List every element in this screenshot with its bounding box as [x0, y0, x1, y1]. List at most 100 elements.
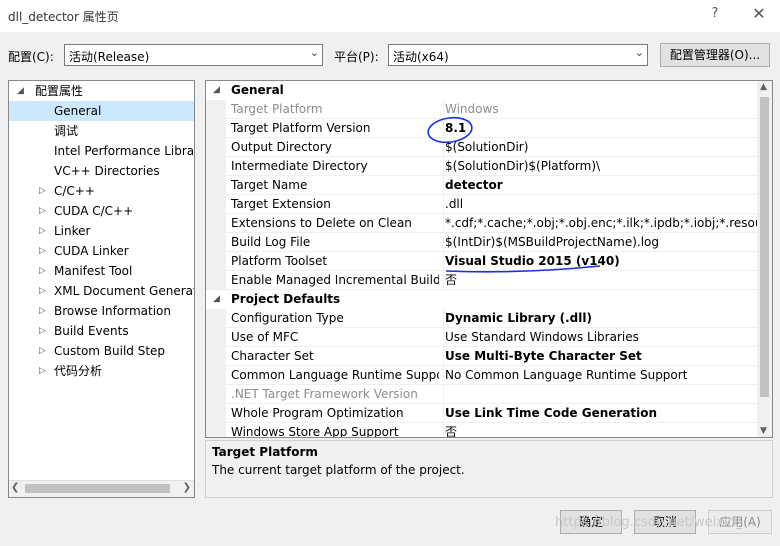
close-icon[interactable]: ✕	[750, 4, 768, 23]
scroll-right-icon[interactable]: ❯	[183, 482, 191, 493]
tree-horizontal-scrollbar[interactable]: ❮ ❯	[9, 480, 194, 497]
tree-item-label: Custom Build Step	[54, 344, 166, 358]
column-divider[interactable]	[443, 233, 444, 252]
column-divider[interactable]	[443, 404, 444, 423]
property-row[interactable]: Enable Managed Incremental Build 否	[206, 271, 759, 290]
expand-arrow-icon[interactable]: ▷	[39, 181, 46, 201]
property-value[interactable]: Use Link Time Code Generation	[445, 404, 657, 423]
grid-category[interactable]: ◢ General	[206, 81, 759, 100]
column-divider[interactable]	[443, 195, 444, 214]
column-divider[interactable]	[443, 328, 444, 347]
row-gutter	[206, 214, 226, 233]
column-divider[interactable]	[443, 309, 444, 328]
column-divider[interactable]	[443, 157, 444, 176]
property-value[interactable]: 8.1	[445, 119, 466, 138]
scrollbar-thumb[interactable]	[25, 484, 170, 493]
column-divider[interactable]	[443, 366, 444, 385]
property-value[interactable]: 否	[445, 423, 457, 437]
property-row[interactable]: Use of MFC Use Standard Windows Libraries	[206, 328, 759, 347]
property-row[interactable]: Whole Program Optimization Use Link Time …	[206, 404, 759, 423]
tree-item[interactable]: ▷ CUDA Linker	[9, 241, 194, 261]
expand-arrow-icon[interactable]: ▷	[39, 361, 46, 381]
tree-item[interactable]: General	[9, 101, 194, 121]
property-row[interactable]: Platform Toolset Visual Studio 2015 (v140…	[206, 252, 759, 271]
expand-arrow-icon[interactable]: ▷	[39, 201, 46, 221]
tree-item[interactable]: ▷ CUDA C/C++	[9, 201, 194, 221]
property-row[interactable]: Character Set Use Multi-Byte Character Se…	[206, 347, 759, 366]
tree-root[interactable]: ◢ 配置属性	[9, 81, 194, 101]
property-name: Target Platform Version	[231, 121, 371, 135]
column-divider[interactable]	[443, 100, 444, 119]
row-gutter	[206, 366, 226, 385]
help-icon[interactable]: ?	[707, 6, 723, 21]
expand-arrow-icon[interactable]: ▷	[39, 301, 46, 321]
column-divider[interactable]	[443, 271, 444, 290]
column-divider[interactable]	[443, 138, 444, 157]
tree-item[interactable]: ▷ XML Document Generat	[9, 281, 194, 301]
property-value[interactable]: Windows	[445, 100, 499, 119]
property-row[interactable]: Output Directory $(SolutionDir)	[206, 138, 759, 157]
column-divider[interactable]	[443, 176, 444, 195]
platform-select[interactable]: 活动(x64) ⌄	[388, 44, 648, 66]
expand-arrow-icon[interactable]: ▷	[39, 241, 46, 261]
column-divider[interactable]	[443, 214, 444, 233]
expand-arrow-icon[interactable]: ▷	[39, 221, 46, 241]
expanded-arrow-icon[interactable]: ◢	[17, 81, 24, 101]
tree-item[interactable]: VC++ Directories	[9, 161, 194, 181]
property-value[interactable]: No Common Language Runtime Support	[445, 366, 687, 385]
tree-item[interactable]: ▷ Manifest Tool	[9, 261, 194, 281]
scroll-up-icon[interactable]: ▲	[760, 82, 767, 92]
property-row[interactable]: .NET Target Framework Version	[206, 385, 759, 404]
scroll-down-icon[interactable]: ▼	[760, 426, 767, 436]
expand-arrow-icon[interactable]: ▷	[39, 341, 46, 361]
property-row[interactable]: Windows Store App Support 否	[206, 423, 759, 437]
property-value[interactable]: Use Multi-Byte Character Set	[445, 347, 642, 366]
tree-item[interactable]: ▷ C/C++	[9, 181, 194, 201]
column-divider[interactable]	[443, 252, 444, 271]
scrollbar-thumb[interactable]	[760, 97, 769, 397]
property-value[interactable]: $(SolutionDir)$(Platform)\	[445, 157, 600, 176]
column-divider[interactable]	[443, 385, 444, 404]
property-name: Target Name	[231, 178, 308, 192]
tree-item[interactable]: 调试	[9, 121, 194, 141]
collapse-arrow-icon[interactable]: ◢	[213, 81, 220, 100]
property-row[interactable]: Target Extension .dll	[206, 195, 759, 214]
property-value[interactable]: *.cdf;*.cache;*.obj;*.obj.enc;*.ilk;*.ip…	[445, 214, 772, 233]
row-gutter	[206, 271, 226, 290]
chevron-down-icon: ⌄	[309, 46, 319, 59]
property-value[interactable]: detector	[445, 176, 503, 195]
tree-item[interactable]: ▷ Custom Build Step	[9, 341, 194, 361]
property-row[interactable]: Target Platform Version 8.1	[206, 119, 759, 138]
property-row[interactable]: Extensions to Delete on Clean *.cdf;*.cac…	[206, 214, 772, 233]
property-row[interactable]: Intermediate Directory $(SolutionDir)$(Pl…	[206, 157, 759, 176]
property-row[interactable]: Build Log File $(IntDir)$(MSBuildProjectN…	[206, 233, 759, 252]
property-value[interactable]: $(IntDir)$(MSBuildProjectName).log	[445, 233, 659, 252]
collapse-arrow-icon[interactable]: ◢	[213, 290, 220, 309]
property-value[interactable]: Visual Studio 2015 (v140)	[445, 252, 620, 271]
property-value[interactable]: .dll	[445, 195, 463, 214]
tree-item[interactable]: ▷ 代码分析	[9, 361, 194, 381]
property-row[interactable]: Target Name detector	[206, 176, 759, 195]
tree-item[interactable]: Intel Performance Librar	[9, 141, 194, 161]
property-row[interactable]: Configuration Type Dynamic Library (.dll)	[206, 309, 759, 328]
grid-category[interactable]: ◢ Project Defaults	[206, 290, 759, 309]
tree-item[interactable]: ▷ Linker	[9, 221, 194, 241]
expand-arrow-icon[interactable]: ▷	[39, 321, 46, 341]
tree-item[interactable]: ▷ Browse Information	[9, 301, 194, 321]
column-divider[interactable]	[443, 347, 444, 366]
tree-item[interactable]: ▷ Build Events	[9, 321, 194, 341]
column-divider[interactable]	[443, 119, 444, 138]
property-row[interactable]: Common Language Runtime Suppor No Common …	[206, 366, 759, 385]
configuration-manager-button[interactable]: 配置管理器(O)...	[660, 43, 770, 67]
configuration-select[interactable]: 活动(Release) ⌄	[64, 44, 323, 66]
scroll-left-icon[interactable]: ❮	[11, 482, 19, 493]
grid-vertical-scrollbar[interactable]: ▲ ▼	[757, 81, 772, 437]
expand-arrow-icon[interactable]: ▷	[39, 261, 46, 281]
property-row[interactable]: Target Platform Windows	[206, 100, 759, 119]
property-value[interactable]: $(SolutionDir)	[445, 138, 528, 157]
property-value[interactable]: Use Standard Windows Libraries	[445, 328, 639, 347]
expand-arrow-icon[interactable]: ▷	[39, 281, 46, 301]
property-value[interactable]: Dynamic Library (.dll)	[445, 309, 592, 328]
column-divider[interactable]	[443, 423, 444, 437]
property-value[interactable]: 否	[445, 271, 457, 290]
